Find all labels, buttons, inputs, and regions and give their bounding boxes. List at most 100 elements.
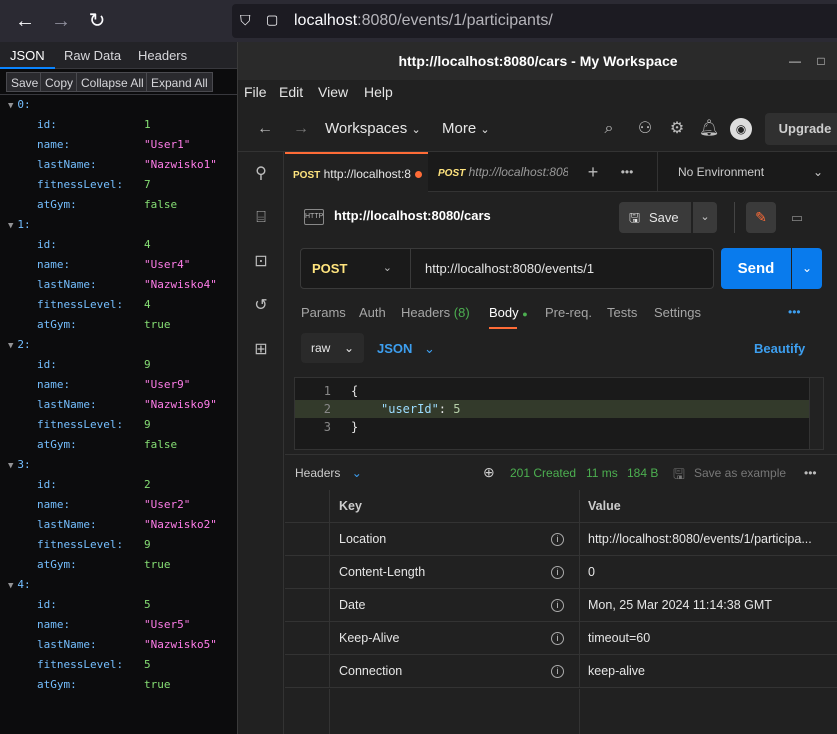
beautify-button[interactable]: Beautify [754,341,805,356]
search-icon[interactable]: ⌕ [598,118,620,140]
comments-icon[interactable]: ▭ [782,202,812,233]
forward-arrow-icon[interactable]: → [290,118,312,140]
json-value: "User5" [144,618,191,631]
collapse-all-button[interactable]: Collapse All [76,72,149,92]
table-row[interactable]: Location i http://localhost:8080/events/1/… [285,523,837,556]
pencil-icon[interactable]: ✎ [746,202,776,233]
apps-grid-icon[interactable]: ⊞ [249,338,273,362]
bell-icon[interactable]: 🔔︎ [698,118,720,140]
editor-scrollbar[interactable] [809,378,823,449]
json-value: 5 [144,598,151,611]
invite-user-icon[interactable]: ⚇ [634,118,656,140]
address-bar[interactable]: ⛉ ▢ localhost:8080/events/1/participants… [232,4,837,38]
url-text[interactable]: localhost:8080/events/1/participants/ [294,12,553,30]
request-title[interactable]: http://localhost:8080/cars [334,208,491,223]
table-row[interactable]: Keep-Alive i timeout=60 [285,622,837,655]
tab-settings[interactable]: Settings [654,305,701,320]
table-row[interactable]: Date i Mon, 25 Mar 2024 11:14:38 GMT [285,589,837,622]
tab-headers[interactable]: Headers [128,42,197,69]
workspaces-menu[interactable]: Workspaces ⌄ [325,120,421,137]
status-code[interactable]: 201 Created [510,466,576,480]
json-array-item[interactable]: ▼ 0: [0,95,31,115]
response-section-select[interactable]: Headers ⌄ [295,466,362,480]
info-icon[interactable]: i [551,566,564,579]
json-key: id: [37,598,57,611]
window-title: http://localhost:8080/cars - My Workspac… [398,53,678,69]
expand-triangle-icon[interactable]: ▼ [8,461,13,471]
menu-view[interactable]: View [318,84,348,100]
json-array-item[interactable]: ▼ 3: [0,455,31,475]
menu-help[interactable]: Help [364,84,393,100]
save-button[interactable]: 🖫︎ Save [619,202,691,233]
more-options-icon[interactable]: ••• [788,305,801,319]
header-value: Mon, 25 Mar 2024 11:14:38 GMT [588,598,772,612]
table-row[interactable]: Content-Length i 0 [285,556,837,589]
reload-icon[interactable]: ↻ [84,8,110,34]
expand-triangle-icon[interactable]: ▼ [8,101,13,111]
copy-button[interactable]: Copy [40,72,79,92]
tab-body[interactable]: Body ● [489,305,528,320]
info-icon[interactable]: i [551,599,564,612]
send-dropdown[interactable]: ⌄ [792,248,822,289]
tab-auth[interactable]: Auth [359,305,386,320]
body-mode-select[interactable]: raw ⌄ [301,333,364,363]
column-divider [579,556,580,589]
tab-options-icon[interactable]: ••• [615,152,639,192]
save-as-example-button[interactable]: Save as example [694,466,786,480]
response-options-icon[interactable]: ••• [804,466,817,480]
tab-json[interactable]: JSON [0,42,55,69]
save-dropdown[interactable]: ⌄ [693,202,717,233]
json-array-item[interactable]: ▼ 2: [0,335,31,355]
page-info-icon[interactable]: ▢ [266,12,282,30]
response-size[interactable]: 184 B [627,466,658,480]
json-array-item[interactable]: ▼ 4: [0,575,31,595]
body-editor[interactable]: 1 { 2 "userId": 5 3 } [294,377,824,450]
request-tab[interactable]: POST http://localhost:808 [430,152,568,192]
save-button[interactable]: Save [6,72,44,92]
info-icon[interactable]: i [551,533,564,546]
url-input[interactable]: http://localhost:8080/events/1 [413,249,594,288]
headers-count: (8) [453,305,470,320]
response-time[interactable]: 11 ms [586,466,618,480]
back-arrow-icon[interactable]: ← [254,118,276,140]
info-icon[interactable]: i [551,632,564,645]
expand-triangle-icon[interactable]: ▼ [8,341,13,351]
more-menu[interactable]: More ⌄ [442,120,490,137]
json-value: "User9" [144,378,191,391]
environment-select[interactable]: No Environment ⌄ [657,152,837,192]
expand-all-button[interactable]: Expand All [146,72,213,92]
tab-raw-data[interactable]: Raw Data [54,42,131,69]
request-tab-active[interactable]: POST http://localhost:8 [285,152,428,192]
upgrade-button[interactable]: Upgrade [765,113,837,145]
tab-pre-request[interactable]: Pre-req. [545,305,592,320]
json-key: fitnessLevel: [37,178,124,191]
user-icon[interactable]: ⚲ [249,162,273,186]
expand-triangle-icon[interactable]: ▼ [8,581,13,591]
info-icon[interactable]: i [551,665,564,678]
menu-edit[interactable]: Edit [279,84,303,100]
method-select[interactable]: POST ⌄ [301,249,411,288]
tab-headers[interactable]: Headers (8) [401,305,470,320]
json-array-item[interactable]: ▼ 1: [0,215,31,235]
menu-file[interactable]: File [244,84,267,100]
window-titlebar: http://localhost:8080/cars - My Workspac… [238,42,837,80]
forward-arrow-icon[interactable]: → [48,8,74,34]
body-language-select[interactable]: JSON ⌄ [377,341,435,357]
history-icon[interactable]: ↺ [249,294,273,318]
globe-icon[interactable]: ⊕ [483,464,495,481]
send-button[interactable]: Send [721,248,791,289]
new-tab-plus-icon[interactable]: + [581,152,605,192]
trash-icon[interactable]: ⌸ [249,206,273,230]
avatar[interactable]: ◉ [730,118,752,140]
json-index: 3: [17,458,31,471]
minimize-icon[interactable]: — [786,52,804,70]
tab-params[interactable]: Params [301,305,346,320]
collections-icon[interactable]: ⊡ [249,250,273,274]
shield-icon[interactable]: ⛉ [240,12,256,30]
tab-tests[interactable]: Tests [607,305,637,320]
expand-triangle-icon[interactable]: ▼ [8,221,13,231]
back-arrow-icon[interactable]: ← [12,8,38,34]
maximize-icon[interactable]: □ [812,52,830,70]
gear-icon[interactable]: ⚙ [666,118,688,140]
table-row[interactable]: Connection i keep-alive [285,655,837,688]
